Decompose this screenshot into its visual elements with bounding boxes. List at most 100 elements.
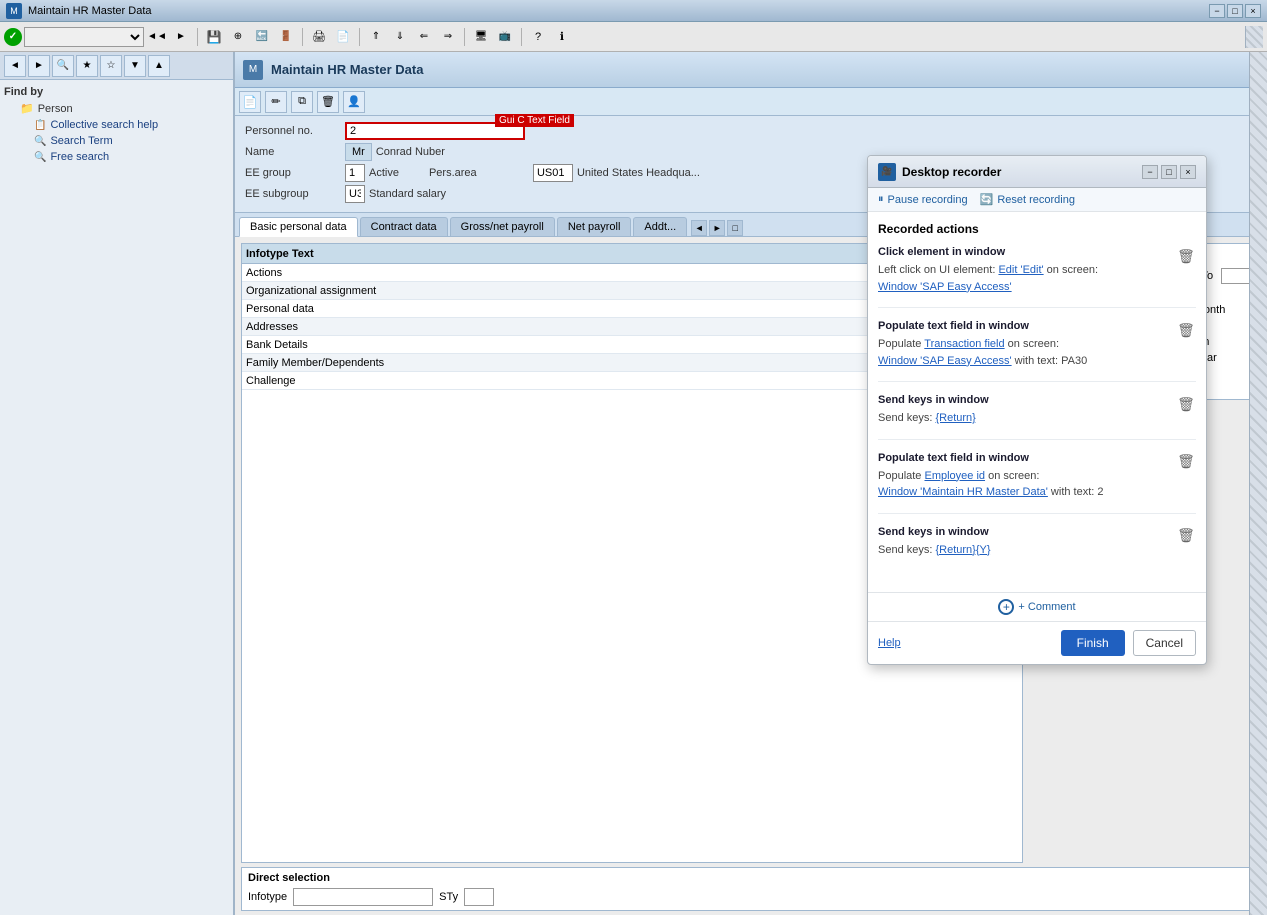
back-btn2[interactable]: 🔙 (251, 26, 273, 48)
tab-net-payroll[interactable]: Net payroll (557, 217, 632, 236)
tree-item-person[interactable]: 📁 Person (4, 100, 229, 117)
sty-label: STy (439, 891, 458, 903)
action-2-field-link[interactable]: Transaction field (924, 338, 1004, 350)
tree-person-label: Person (38, 103, 73, 115)
shortcut-btn[interactable]: ⊕ (227, 26, 249, 48)
left-panel: ◄ ► 🔍 ★ ☆ ▼ ▲ Find by 📁 Person 📋 Collect… (0, 52, 235, 915)
action-1-element-link[interactable]: Edit 'Edit' (998, 264, 1043, 276)
gui-c-label: Gui C Text Field (495, 114, 574, 127)
pers-area-code[interactable] (533, 164, 573, 182)
tab-contract[interactable]: Contract data (360, 217, 448, 236)
help-btn[interactable]: ? (527, 26, 549, 48)
tree-item-collective[interactable]: 📋 Collective search help (4, 117, 229, 133)
maximize-button[interactable]: □ (1227, 4, 1243, 18)
ee-group-label: EE group (245, 167, 345, 179)
copy-btn[interactable]: ⧉ (291, 91, 313, 113)
reset-icon: 🔄 (980, 193, 994, 206)
tab-next-btn[interactable]: ► (709, 220, 725, 236)
nav-fwd-btn[interactable]: ► (170, 26, 192, 48)
recorder-maximize-btn[interactable]: □ (1161, 165, 1177, 179)
info-btn[interactable]: ℹ (551, 26, 573, 48)
left-search[interactable]: 🔍 (52, 55, 74, 77)
tree-area: Find by 📁 Person 📋 Collective search hel… (0, 80, 233, 169)
cancel-button[interactable]: Cancel (1133, 630, 1196, 656)
transaction-combo[interactable] (24, 27, 144, 47)
action-4-screen-link[interactable]: Window 'Maintain HR Master Data' (878, 486, 1048, 498)
recorder-close-btn[interactable]: × (1180, 165, 1196, 179)
recorder-panel: 🎥 Desktop recorder − □ × ⏸ Pause recordi… (867, 155, 1207, 665)
ee-subgroup-code[interactable] (345, 185, 365, 203)
left-star2[interactable]: ☆ (100, 55, 122, 77)
tree-item-searchterm[interactable]: 🔍 Search Term (4, 133, 229, 149)
action-5-keys-link[interactable]: {Return}{Y} (935, 544, 990, 556)
action-4-field-link[interactable]: Employee id (924, 470, 985, 482)
action-1-delete-btn[interactable]: 🗑 (1176, 246, 1196, 266)
ctrl-btn4[interactable]: ⇒ (437, 26, 459, 48)
finish-button[interactable]: Finish (1061, 630, 1125, 656)
title-bar-text: Maintain HR Master Data (28, 5, 152, 17)
screen-btn[interactable]: 🖥 (470, 26, 492, 48)
action-3-keys-link[interactable]: {Return} (935, 412, 975, 424)
ee-group-code[interactable] (345, 164, 365, 182)
action-3-delete-btn[interactable]: 🗑 (1176, 394, 1196, 414)
action-3-title: Send keys in window (878, 394, 1196, 406)
minimize-button[interactable]: − (1209, 4, 1225, 18)
help-link[interactable]: Help (878, 637, 901, 649)
sap-window-title: Maintain HR Master Data (271, 62, 423, 77)
sap-window-header: M Maintain HR Master Data (235, 52, 1267, 88)
add-comment-btn[interactable]: + + Comment (998, 599, 1075, 615)
new-record-btn[interactable]: 📄 (239, 91, 261, 113)
direct-selection: Direct selection Infotype STy (241, 867, 1261, 911)
ctrl-btn2[interactable]: ⇓ (389, 26, 411, 48)
tab-expand-btn[interactable]: □ (727, 220, 743, 236)
tree-searchterm-label: Search Term (50, 135, 112, 147)
action-item-2: 🗑 Populate text field in window Populate… (878, 320, 1196, 382)
add-comment-row: + + Comment (868, 592, 1206, 621)
ctrl-btn1[interactable]: ⇑ (365, 26, 387, 48)
reset-recording-btn[interactable]: 🔄 Reset recording (980, 193, 1075, 206)
ee-subgroup-text: Standard salary (369, 188, 446, 200)
main-toolbar: ✓ ◄◄ ► 💾 ⊕ 🔙 🚪 🖨 📄 ⇑ ⇓ ⇐ ⇒ 🖥 📺 ? ℹ (0, 22, 1267, 52)
infotype-field[interactable] (293, 888, 433, 906)
left-nav-back[interactable]: ◄ (4, 55, 26, 77)
action-4-delete-btn[interactable]: 🗑 (1176, 452, 1196, 472)
tab-addt[interactable]: Addt... (633, 217, 687, 236)
nav-back-btn[interactable]: ◄◄ (146, 26, 168, 48)
action-4-title: Populate text field in window (878, 452, 1196, 464)
person-btn[interactable]: 👤 (343, 91, 365, 113)
ee-group-text: Active (369, 167, 399, 179)
action-4-screen: Window 'Maintain HR Master Data' with te… (878, 484, 1196, 501)
screen2-btn[interactable]: 📺 (494, 26, 516, 48)
recorder-toolbar: ⏸ Pause recording 🔄 Reset recording (868, 188, 1206, 212)
ctrl-btn3[interactable]: ⇐ (413, 26, 435, 48)
right-scrollbar-decoration (1249, 52, 1267, 915)
left-down[interactable]: ▼ (124, 55, 146, 77)
action-item-3: 🗑 Send keys in window Send keys: {Return… (878, 394, 1196, 440)
print-btn[interactable]: 🖨 (308, 26, 330, 48)
action-2-screen-link[interactable]: Window 'SAP Easy Access' (878, 355, 1012, 367)
exit-btn[interactable]: 🚪 (275, 26, 297, 48)
tab-gross-net[interactable]: Gross/net payroll (450, 217, 555, 236)
sty-field[interactable] (464, 888, 494, 906)
delete-btn[interactable]: 🗑 (317, 91, 339, 113)
reset-label: Reset recording (997, 194, 1075, 206)
left-nav-fwd[interactable]: ► (28, 55, 50, 77)
left-up[interactable]: ▲ (148, 55, 170, 77)
left-star[interactable]: ★ (76, 55, 98, 77)
tree-item-freesearch[interactable]: 🔍 Free search (4, 149, 229, 165)
action-2-desc: Populate Transaction field on screen: (878, 336, 1196, 353)
edit-btn[interactable]: ✏ (265, 91, 287, 113)
close-button[interactable]: × (1245, 4, 1261, 18)
pers-area-text: United States Headqua... (577, 167, 700, 179)
save-btn[interactable]: 💾 (203, 26, 225, 48)
action-2-delete-btn[interactable]: 🗑 (1176, 320, 1196, 340)
action-5-delete-btn[interactable]: 🗑 (1176, 526, 1196, 546)
pause-recording-btn[interactable]: ⏸ Pause recording (878, 193, 968, 206)
action-1-screen-link[interactable]: Window 'SAP Easy Access' (878, 281, 1012, 293)
tab-prev-btn[interactable]: ◄ (691, 220, 707, 236)
action-1-screen: Window 'SAP Easy Access' (878, 279, 1196, 296)
recorder-minimize-btn[interactable]: − (1142, 165, 1158, 179)
sap-window-icon: M (243, 60, 263, 80)
tab-basic-personal[interactable]: Basic personal data (239, 217, 358, 237)
print2-btn[interactable]: 📄 (332, 26, 354, 48)
